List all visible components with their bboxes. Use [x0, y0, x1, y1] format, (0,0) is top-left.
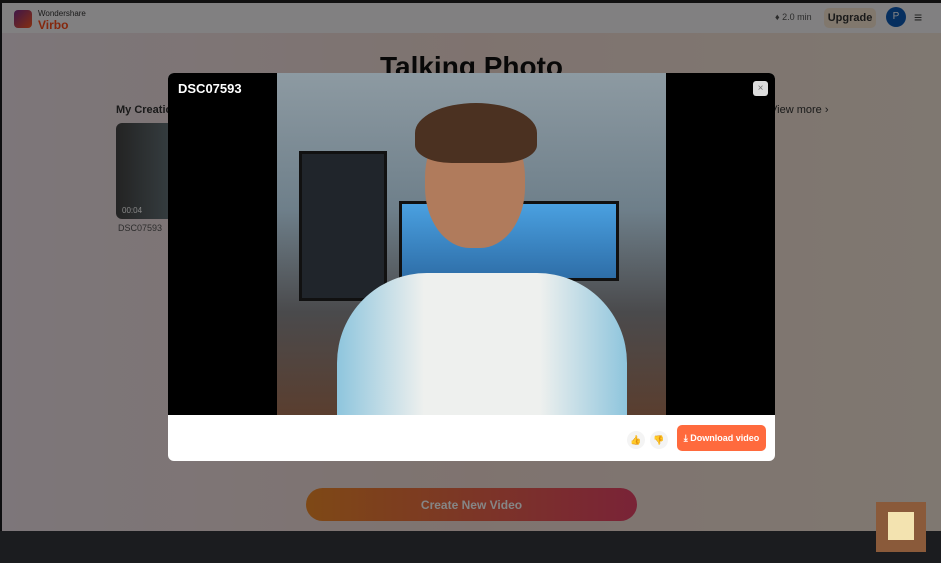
monitor [299, 151, 387, 301]
thumbs-down-icon[interactable]: 👎 [650, 431, 668, 449]
video-modal: DSC07593 × 👍 👎 ⤓ Download video [168, 73, 775, 461]
thumbnail-content [888, 512, 914, 540]
close-icon[interactable]: × [753, 81, 768, 96]
download-video-button[interactable]: ⤓ Download video [677, 425, 766, 451]
person-shirt [337, 273, 627, 415]
video-player[interactable]: DSC07593 × [168, 73, 775, 415]
camera-overlay-thumbnail [876, 502, 926, 552]
thumbs-up-icon[interactable]: 👍 [627, 431, 645, 449]
video-frame [277, 73, 666, 415]
video-title: DSC07593 [178, 81, 242, 96]
person-hair [415, 103, 537, 163]
